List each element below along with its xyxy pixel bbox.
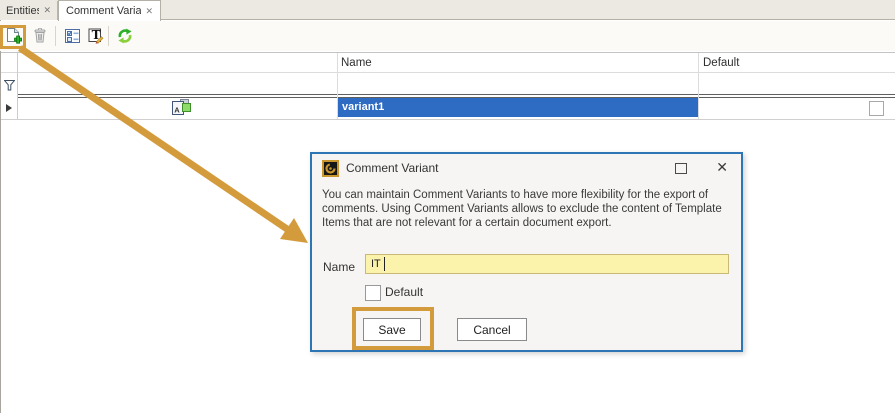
new-comment-variant-button[interactable] (4, 29, 22, 47)
refresh-button[interactable] (116, 29, 134, 47)
properties-button[interactable] (63, 29, 81, 47)
variant-copy-icon: A (172, 99, 192, 121)
cancel-button[interactable]: Cancel (457, 318, 527, 341)
tab-comment-variants-close-icon[interactable]: ✕ (145, 7, 153, 16)
filter-funnel-icon[interactable] (4, 78, 15, 96)
app-window: Entities ✕ Comment Variants ✕ (0, 0, 895, 413)
close-icon[interactable]: ✕ (716, 158, 728, 176)
dialog-title: Comment Variant (346, 161, 438, 175)
properties-list-icon (64, 28, 81, 49)
tab-entities[interactable]: Entities ✕ (0, 1, 58, 20)
maximize-icon[interactable] (675, 163, 687, 174)
window-left-border (0, 0, 1, 413)
grid-filter-row[interactable] (0, 73, 895, 94)
dialog-titlebar[interactable]: Comment Variant ✕ (312, 154, 741, 182)
column-header-default[interactable]: Default (703, 57, 739, 69)
grid-line (337, 53, 338, 119)
text-caret (384, 257, 385, 271)
default-checkbox[interactable] (365, 285, 381, 301)
comment-variants-grid: Name Default A variant1 (0, 52, 895, 120)
trash-icon (32, 27, 48, 49)
comment-variant-dialog: Comment Variant ✕ You can maintain Comme… (310, 152, 743, 352)
edit-text-button[interactable]: T (86, 29, 104, 47)
dialog-description: You can maintain Comment Variants to hav… (322, 188, 739, 230)
tab-comment-variants[interactable]: Comment Variants ✕ (58, 0, 161, 21)
tab-entities-close-icon[interactable]: ✕ (43, 6, 51, 15)
toolbar-separator (55, 26, 56, 46)
tab-entities-label: Entities (6, 5, 39, 17)
name-input[interactable] (365, 254, 729, 274)
toolbar: T (0, 21, 895, 51)
tab-comment-variants-label: Comment Variants (66, 5, 141, 17)
name-field-label: Name (323, 260, 355, 274)
new-document-plus-icon (5, 27, 22, 50)
grid-line (17, 53, 18, 119)
refresh-icon (116, 28, 134, 49)
toolbar-separator (108, 26, 109, 46)
svg-text:A: A (174, 106, 180, 115)
delete-button[interactable] (31, 29, 49, 47)
cell-variant-name[interactable]: variant1 (337, 98, 699, 117)
tab-bar: Entities ✕ Comment Variants ✕ (0, 0, 895, 20)
text-edit-icon: T (87, 27, 104, 49)
grid-line (698, 53, 699, 119)
cell-default-checkbox[interactable] (869, 101, 884, 116)
grid-divider (17, 94, 895, 95)
column-header-name[interactable]: Name (341, 57, 372, 69)
default-checkbox-label: Default (385, 285, 423, 299)
app-logo-icon (322, 160, 339, 182)
grid-header-row: Name Default (0, 53, 895, 73)
save-button[interactable]: Save (363, 318, 421, 341)
row-focus-arrow-icon (6, 104, 12, 112)
